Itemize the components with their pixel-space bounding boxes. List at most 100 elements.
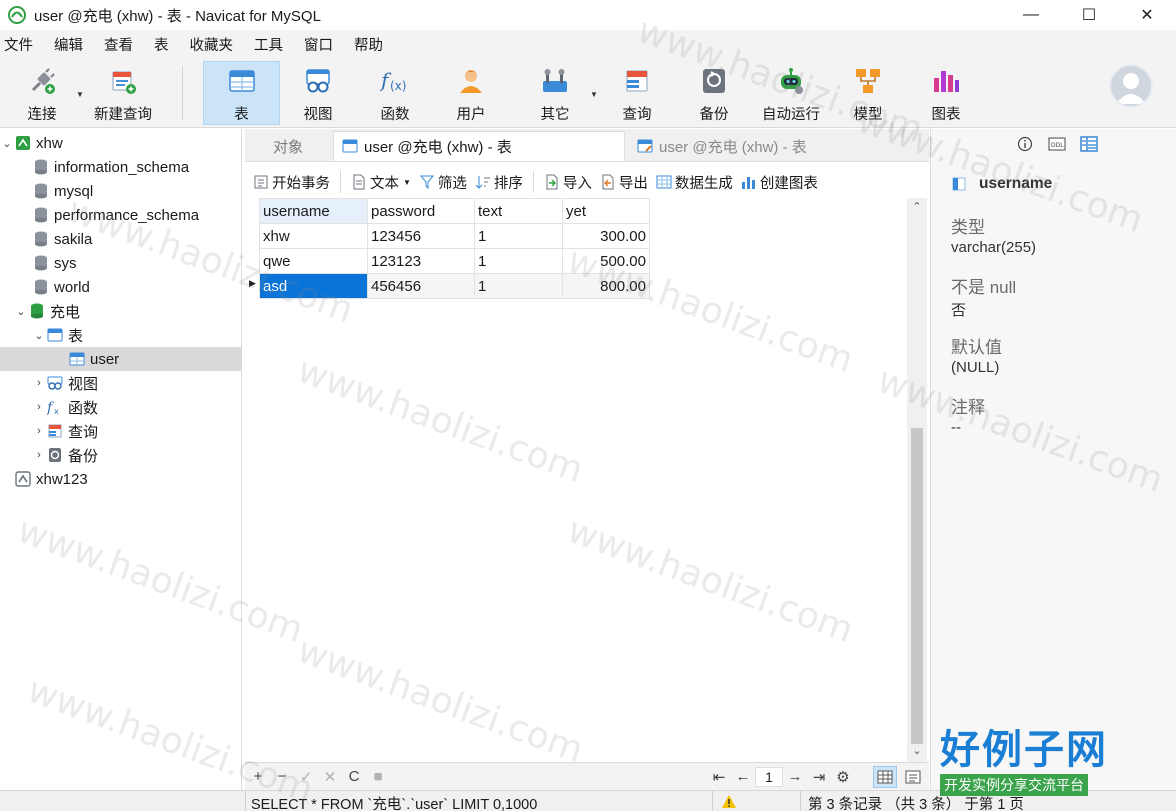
stop-button[interactable]: ■ [366,768,390,785]
previous-page-button[interactable]: ← [731,768,755,785]
warning-icon[interactable] [720,792,738,810]
grid-cell-selected[interactable]: asd [259,273,368,299]
begin-transaction-button[interactable]: 开始事务 [249,168,334,196]
toolbar-other-button[interactable]: 其它 [527,62,583,124]
grid-settings-button[interactable]: ⚙ [831,768,855,786]
filter-button[interactable]: 筛选 [415,168,471,196]
tree-node-database[interactable]: performance_schema [0,203,242,227]
chevron-right-icon[interactable]: › [32,449,46,461]
tree-node-functions-folder[interactable]: › fx 函数 [0,395,242,419]
toolbar-backup-button[interactable]: 备份 [686,62,742,124]
grid-cell[interactable]: qwe [259,248,368,274]
column-header-username[interactable]: username [259,198,368,224]
tree-node-database[interactable]: information_schema [0,155,242,179]
text-view-button[interactable]: 文本 ▼ [347,168,415,196]
refresh-button[interactable]: C [342,768,366,785]
table-row[interactable]: xhw 123456 1 300.00 [259,223,650,249]
tree-node-views-folder[interactable]: › 视图 [0,371,242,395]
toolbar-new-query-button[interactable]: 新建查询 [90,62,156,124]
scroll-down-icon[interactable]: ⌄ [907,744,927,757]
toolbar-user-button[interactable]: 用户 [443,62,499,124]
user-avatar[interactable] [1109,64,1153,108]
column-header-text[interactable]: text [474,198,563,224]
create-chart-button[interactable]: 创建图表 [737,168,822,196]
tree-node-database-chongdian[interactable]: ⌄ 充电 [0,299,242,323]
menu-favorites[interactable]: 收藏夹 [186,34,251,55]
tree-node-connection-xhw123[interactable]: xhw123 [0,467,242,491]
maximize-button[interactable]: ☐ [1060,0,1118,30]
toolbar-view-button[interactable]: 视图 [290,62,346,124]
next-page-button[interactable]: → [783,768,807,785]
tree-node-database[interactable]: sys [0,251,242,275]
other-dropdown-caret-icon[interactable]: ▼ [590,90,598,99]
chevron-right-icon[interactable]: › [32,377,46,389]
connect-dropdown-caret-icon[interactable]: ▼ [76,90,84,99]
grid-cell[interactable]: 300.00 [562,223,650,249]
column-header-yet[interactable]: yet [562,198,650,224]
chevron-down-icon[interactable]: ⌄ [32,329,46,342]
grid-cell[interactable]: 1 [474,223,563,249]
toolbar-query-button[interactable]: 查询 [609,62,665,124]
tree-node-connection-xhw[interactable]: ⌄ xhw [0,131,242,155]
preview-layout-icon[interactable] [1079,135,1099,153]
menu-view[interactable]: 查看 [100,34,150,55]
last-page-button[interactable]: ⇥ [807,768,831,786]
tree-node-backups-folder[interactable]: › 备份 [0,443,242,467]
chevron-right-icon[interactable]: › [32,425,46,437]
export-button[interactable]: 导出 [596,168,652,196]
toolbar-table-button[interactable]: 表 [203,61,280,125]
tree-node-database[interactable]: world [0,275,242,299]
toolbar-model-button[interactable]: 模型 [840,62,896,124]
delete-record-button[interactable]: − [270,768,294,785]
tab-user-table-inactive[interactable]: user @充电 (xhw) - 表 [629,131,929,161]
column-header-password[interactable]: password [367,198,475,224]
grid-cell[interactable]: 123456 [367,223,475,249]
info-circle-icon[interactable] [1015,135,1035,153]
grid-cell[interactable]: 123123 [367,248,475,274]
minimize-button[interactable]: — [1002,0,1060,30]
tab-objects[interactable]: 对象 [245,131,331,161]
toolbar-function-button[interactable]: f (x) 函数 [367,62,423,124]
chevron-down-icon[interactable]: ⌄ [0,137,14,150]
grid-cell[interactable]: 456456 [367,273,475,299]
menu-tools[interactable]: 工具 [250,34,300,55]
sort-button[interactable]: 排序 [471,168,527,196]
menu-file[interactable]: 文件 [0,34,50,55]
table-row[interactable]: qwe 123123 1 500.00 [259,248,650,274]
tree-node-database[interactable]: sakila [0,227,242,251]
tab-user-table-active[interactable]: user @充电 (xhw) - 表 [333,131,625,161]
tree-node-table-user[interactable]: user [0,347,242,371]
menu-edit[interactable]: 编辑 [50,34,100,55]
tree-node-database[interactable]: mysql [0,179,242,203]
ddl-icon[interactable]: DDL [1047,135,1067,153]
generate-data-button[interactable]: 数据生成 [652,168,737,196]
apply-changes-button[interactable]: ✓ [294,768,318,786]
tree-node-queries-folder[interactable]: › 查询 [0,419,242,443]
menu-window[interactable]: 窗口 [300,34,350,55]
scroll-up-icon[interactable]: ⌃ [907,200,927,213]
tree-node-tables-folder[interactable]: ⌄ 表 [0,323,242,347]
page-number-field[interactable]: 1 [755,766,783,787]
scrollbar-thumb[interactable] [911,428,923,744]
form-view-button[interactable] [901,766,925,788]
add-record-button[interactable]: + [246,768,270,785]
grid-cell[interactable]: xhw [259,223,368,249]
grid-cell[interactable]: 1 [474,248,563,274]
toolbar-automation-button[interactable]: 自动运行 [756,62,826,124]
grid-cell[interactable]: 800.00 [562,273,650,299]
grid-cell[interactable]: 1 [474,273,563,299]
discard-changes-button[interactable]: ✕ [318,768,342,786]
import-button[interactable]: 导入 [540,168,596,196]
toolbar-chart-button[interactable]: 图表 [918,62,974,124]
table-row[interactable]: asd 456456 1 800.00 [259,273,650,299]
chevron-down-icon[interactable]: ⌄ [14,305,28,318]
menu-table[interactable]: 表 [150,34,186,55]
toolbar-connect-button[interactable]: 连接 [14,62,70,124]
grid-cell[interactable]: 500.00 [562,248,650,274]
first-page-button[interactable]: ⇤ [707,768,731,786]
grid-view-button[interactable] [873,765,897,788]
menu-help[interactable]: 帮助 [350,34,400,55]
chevron-right-icon[interactable]: › [32,401,46,413]
grid-vertical-scrollbar[interactable]: ⌃ ⌄ [907,198,927,762]
close-button[interactable]: ✕ [1118,0,1176,30]
